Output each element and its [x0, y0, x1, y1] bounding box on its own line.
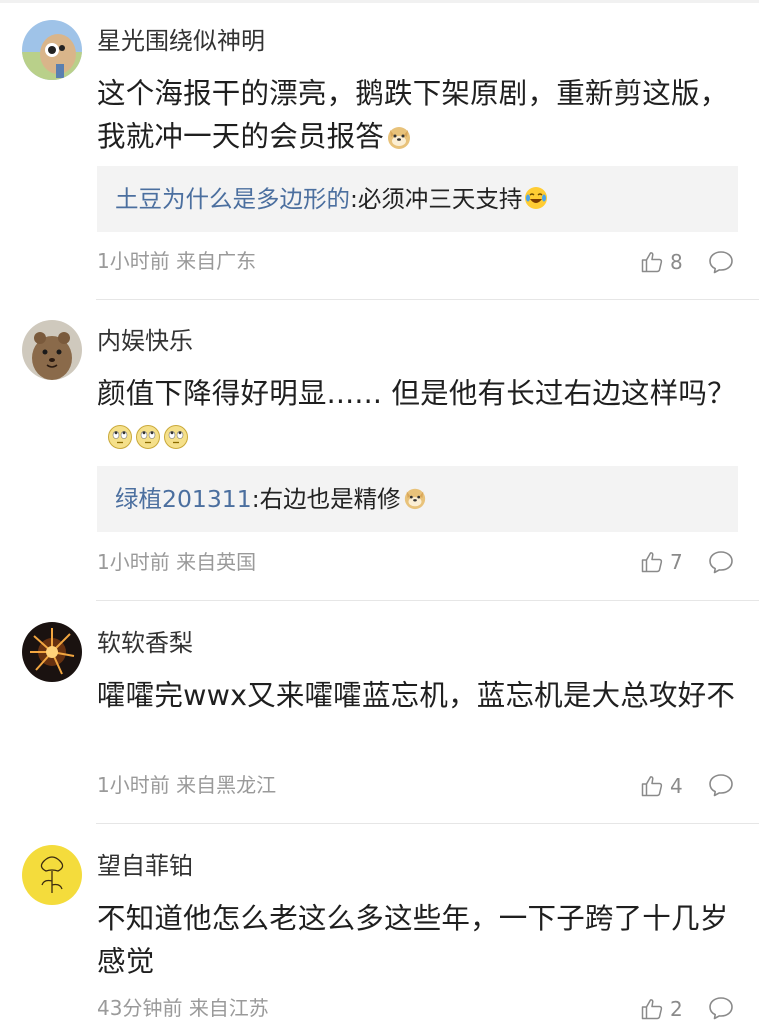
username[interactable]: 内娱快乐 [97, 326, 193, 356]
eye-roll-emoji-icon [108, 425, 132, 449]
like-count: 4 [670, 774, 683, 798]
like-count: 8 [670, 250, 683, 274]
comment-bubble-icon [709, 551, 733, 574]
comment-text: 嚯嚯完wwx又来嚯嚯蓝忘机，蓝忘机是大总攻好不 [97, 674, 737, 717]
thumbs-up-icon [641, 252, 663, 273]
location: 来自江苏 [188, 996, 269, 1020]
like-button[interactable]: 2 [640, 996, 683, 1022]
comment-bubble-icon [709, 997, 733, 1020]
location: 来自英国 [176, 550, 257, 574]
flower-avatar-image [22, 845, 82, 905]
comment-item: 望自菲铂 不知道他怎么老这么多这些年，一下子跨了十几岁感觉 43分钟前 来自江苏… [0, 824, 759, 1024]
username[interactable]: 望自菲铂 [97, 851, 193, 881]
reply-button[interactable] [708, 549, 734, 575]
like-count: 7 [670, 550, 683, 574]
quokka-avatar-image [22, 320, 82, 380]
avatar[interactable] [22, 845, 82, 905]
reply-colon: : [350, 185, 358, 213]
comment-feed: 星光围绕似神明 这个海报干的漂亮，鹅跌下架原剧，重新剪这版，我就冲一天的会员报答… [0, 0, 759, 1024]
like-button[interactable]: 4 [640, 773, 683, 799]
comment-text: 颜值下降得好明显...... 但是他有长过右边这样吗？ [97, 372, 737, 458]
doge-emoji-icon [388, 127, 411, 149]
laugh-cry-emoji-icon [525, 187, 548, 209]
comment-item: 星光围绕似神明 这个海报干的漂亮，鹅跌下架原剧，重新剪这版，我就冲一天的会员报答… [0, 0, 759, 300]
comment-content: 不知道他怎么老这么多这些年，一下子跨了十几岁感觉 [97, 902, 729, 978]
timestamp: 1小时前 [97, 550, 170, 574]
fireworks-avatar-image [22, 622, 82, 682]
location: 来自黑龙江 [176, 773, 277, 797]
reply-preview[interactable]: 土豆为什么是多边形的:必须冲三天支持 [97, 166, 738, 232]
eye-roll-emoji-icon [164, 425, 188, 449]
like-count: 2 [670, 997, 683, 1021]
comment-content: 颜值下降得好明显...... 但是他有长过右边这样吗？ [97, 377, 736, 410]
avatar[interactable] [22, 320, 82, 380]
eye-roll-emoji-icon [136, 425, 160, 449]
reply-text: 右边也是精修 [259, 485, 401, 513]
reply-preview[interactable]: 绿植201311:右边也是精修 [97, 466, 738, 532]
comment-bubble-icon [709, 251, 733, 274]
reply-username[interactable]: 土豆为什么是多边形的 [115, 185, 350, 213]
comment-bubble-icon [709, 774, 733, 797]
thumbs-up-icon [641, 776, 663, 797]
like-button[interactable]: 8 [640, 249, 683, 275]
timestamp: 1小时前 [97, 773, 170, 797]
timestamp: 1小时前 [97, 249, 170, 273]
comment-content: 这个海报干的漂亮，鹅跌下架原剧，重新剪这版，我就冲一天的会员报答 [97, 77, 729, 153]
comment-content: 嚯嚯完wwx又来嚯嚯蓝忘机，蓝忘机是大总攻好不 [97, 679, 736, 712]
comment-text: 这个海报干的漂亮，鹅跌下架原剧，重新剪这版，我就冲一天的会员报答 [97, 72, 737, 158]
reply-username[interactable]: 绿植201311 [115, 485, 252, 513]
username[interactable]: 软软香梨 [97, 628, 193, 658]
reply-colon: : [251, 485, 260, 513]
reply-button[interactable] [708, 995, 734, 1021]
thumbs-up-icon [641, 999, 663, 1020]
location: 来自广东 [176, 249, 257, 273]
like-button[interactable]: 7 [640, 549, 683, 575]
timestamp: 43分钟前 [97, 996, 183, 1020]
comment-item: 内娱快乐 颜值下降得好明显...... 但是他有长过右边这样吗？ 绿植20131… [0, 300, 759, 601]
avatar[interactable] [22, 20, 82, 80]
comment-meta: 1小时前 来自英国 [97, 549, 256, 575]
thumbs-up-icon [641, 552, 663, 573]
username[interactable]: 星光围绕似神明 [97, 26, 265, 56]
reply-text: 必须冲三天支持 [357, 185, 523, 213]
doge-emoji-icon [404, 488, 425, 510]
reply-button[interactable] [708, 772, 734, 798]
comment-meta: 1小时前 来自黑龙江 [97, 772, 276, 798]
reply-button[interactable] [708, 249, 734, 275]
comment-item: 软软香梨 嚯嚯完wwx又来嚯嚯蓝忘机，蓝忘机是大总攻好不 1小时前 来自黑龙江 … [0, 601, 759, 824]
comment-meta: 43分钟前 来自江苏 [97, 995, 269, 1021]
seal-plush-avatar-image [22, 20, 82, 80]
comment-meta: 1小时前 来自广东 [97, 248, 256, 274]
avatar[interactable] [22, 622, 82, 682]
comment-text: 不知道他怎么老这么多这些年，一下子跨了十几岁感觉 [97, 897, 737, 983]
